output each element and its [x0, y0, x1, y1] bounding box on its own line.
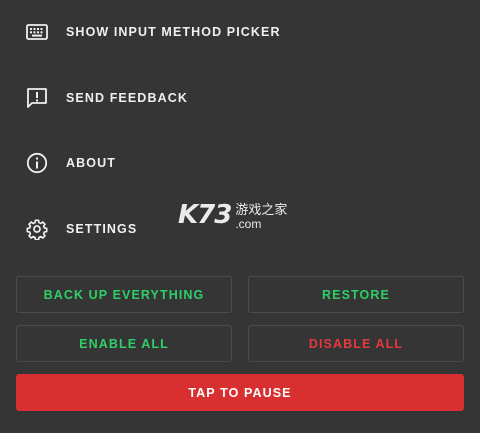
restore-button[interactable]: RESTORE [248, 276, 464, 313]
enable-all-button[interactable]: ENABLE ALL [16, 325, 232, 362]
disable-all-button[interactable]: DISABLE ALL [248, 325, 464, 362]
menu-item-show-input-method-picker[interactable]: SHOW INPUT METHOD PICKER [0, 8, 480, 56]
menu-item-label: SEND FEEDBACK [66, 91, 188, 105]
feedback-icon [25, 86, 49, 110]
info-icon [25, 151, 49, 175]
tap-to-pause-button[interactable]: TAP TO PAUSE [16, 374, 464, 411]
watermark-logo: K73 [178, 200, 232, 230]
menu-item-label: ABOUT [66, 156, 116, 170]
watermark: K73 游戏之家 .com [178, 200, 287, 231]
gear-icon [25, 217, 49, 241]
watermark-domain: .com [235, 217, 262, 231]
menu-item-label: SETTINGS [66, 222, 138, 236]
menu-item-send-feedback[interactable]: SEND FEEDBACK [0, 74, 480, 122]
watermark-text: 游戏之家 [235, 202, 288, 217]
menu-item-label: SHOW INPUT METHOD PICKER [66, 25, 281, 39]
menu-item-about[interactable]: ABOUT [0, 139, 480, 187]
keyboard-icon [25, 20, 49, 44]
back-up-everything-button[interactable]: BACK UP EVERYTHING [16, 276, 232, 313]
